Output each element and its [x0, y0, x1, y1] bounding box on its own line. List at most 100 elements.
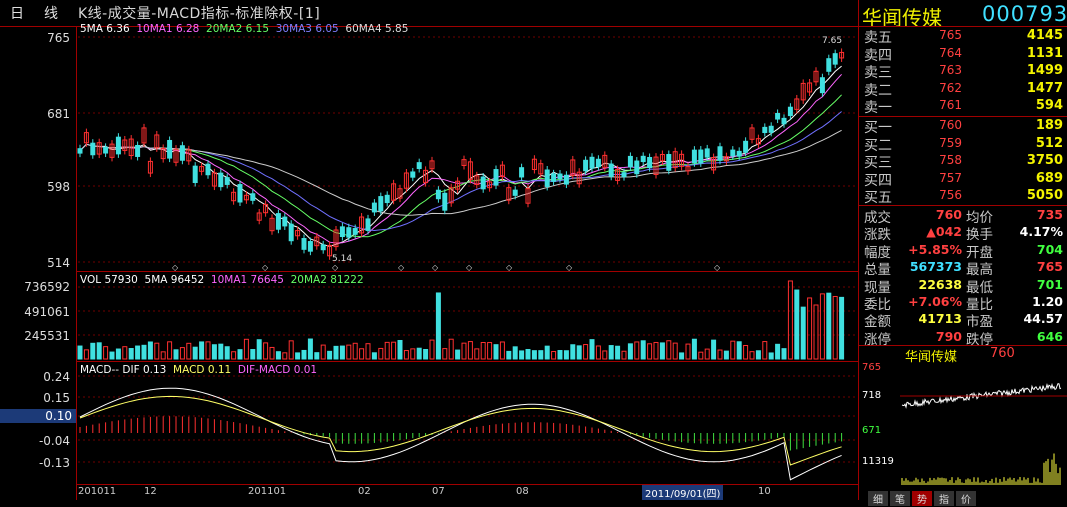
kline-chart[interactable]: ◇ ◇ ◇ ◇ ◇ ◇ ◇ ◇ ◇ [0, 0, 858, 500]
low-price-marker: 5.14 [332, 254, 353, 264]
volume-bar [832, 295, 838, 360]
volume-bar [563, 350, 569, 360]
x-tick: 12 [144, 486, 157, 497]
candle [288, 223, 294, 242]
x-tick: 02 [358, 486, 371, 497]
mini-vol-label: 11319 [862, 456, 894, 467]
volume-bar [205, 341, 211, 360]
volume-bar [237, 349, 243, 360]
orderbook-volume: 689 [1035, 170, 1063, 186]
volume-bar [666, 340, 672, 360]
candle [775, 112, 781, 120]
tab-1[interactable]: 笔 [890, 491, 910, 506]
quote-value: 41713 [918, 311, 963, 327]
candle [179, 145, 185, 161]
candle [237, 184, 243, 203]
event-marker: ◇ [566, 263, 573, 272]
candle [250, 193, 256, 201]
volume-bar [224, 346, 230, 360]
volume-bar [474, 348, 480, 360]
candle [621, 172, 627, 178]
candle [743, 140, 749, 153]
candle [698, 149, 704, 164]
candle [493, 169, 499, 186]
event-marker: ◇ [506, 263, 513, 272]
volume-bar [698, 351, 704, 360]
candle [416, 162, 422, 170]
candle [410, 171, 416, 178]
volume-bar [429, 339, 435, 360]
tab-3[interactable]: 指 [934, 491, 954, 506]
tab-4[interactable]: 价 [956, 491, 976, 506]
volume-bar [531, 350, 537, 360]
volume-bar [685, 343, 691, 360]
volume-bar [544, 345, 550, 360]
volume-bar [608, 345, 614, 360]
volume-bar [595, 345, 601, 360]
orderbook-price: 764 [939, 45, 962, 60]
candle [301, 238, 307, 250]
orderbook-volume: 1499 [1026, 63, 1063, 79]
candle [320, 244, 326, 251]
volume-bar [179, 347, 185, 360]
volume-bar [627, 343, 633, 360]
volume-bar [787, 280, 793, 360]
volume-bar [768, 352, 774, 360]
tab-2[interactable]: 势 [912, 491, 932, 506]
candle [583, 159, 589, 172]
candle [781, 117, 787, 125]
volume-bar [679, 352, 685, 360]
volume-bar [775, 343, 781, 360]
candle [384, 194, 390, 204]
mini-tick: 718 [862, 390, 882, 401]
volume-bar [826, 292, 832, 360]
quote-label: 跌停 [966, 331, 993, 348]
stock-code: 000793 [982, 2, 1067, 26]
candle [218, 172, 224, 188]
event-marker: ◇ [398, 263, 405, 272]
candle [224, 177, 230, 185]
x-tick: 10 [758, 486, 771, 497]
orderbook-volume: 3750 [1026, 153, 1063, 169]
orderbook-volume: 594 [1035, 98, 1063, 114]
candle [589, 156, 595, 169]
volume-bar [448, 338, 454, 360]
candle [512, 189, 518, 196]
volume-bar [487, 342, 493, 360]
orderbook-price: 756 [939, 188, 962, 203]
candle [717, 146, 723, 161]
volume-bar [493, 344, 499, 360]
volume-bar [256, 339, 262, 360]
volume-bar [640, 340, 646, 360]
quote-value: ▲042 [926, 224, 962, 240]
volume-bar [109, 351, 115, 360]
volume-bar [839, 296, 845, 360]
volume-bar [576, 345, 582, 360]
volume-bar [442, 348, 448, 360]
high-price-marker: 7.65 [822, 36, 843, 46]
mini-intraday-chart[interactable] [900, 360, 1067, 487]
candle [192, 165, 198, 184]
volume-bar [301, 349, 307, 360]
candle [282, 216, 288, 227]
volume-bar [250, 349, 256, 360]
candle [647, 157, 653, 169]
quote-value: 646 [1036, 328, 1063, 344]
volume-bar [275, 351, 281, 360]
x-tick: 08 [516, 486, 529, 497]
volume-bar [557, 350, 563, 360]
tab-0[interactable]: 细 [868, 491, 888, 506]
candle [826, 58, 832, 72]
orderbook-volume: 1131 [1026, 45, 1063, 61]
volume-bar [519, 350, 525, 360]
volume-bar [615, 345, 621, 360]
quote-value: 765 [1036, 259, 1063, 275]
candle [480, 176, 486, 190]
volume-bar [583, 344, 589, 360]
intraday-price-line [901, 382, 1062, 409]
volume-bar [307, 338, 313, 360]
volume-bar [794, 289, 800, 360]
volume-bar [339, 345, 345, 360]
volume-bar [813, 304, 819, 360]
candle [787, 106, 793, 117]
